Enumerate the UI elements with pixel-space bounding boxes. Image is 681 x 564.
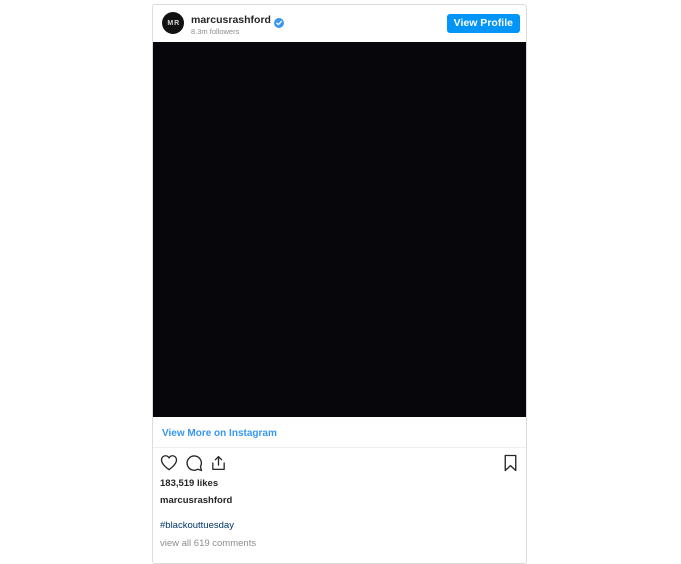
username-row: marcusrashford — [191, 14, 284, 28]
instagram-embed-card: M R marcusrashford 8.3m followers View P… — [152, 4, 527, 564]
bookmark-icon[interactable] — [501, 453, 520, 472]
hashtag-link[interactable]: #blackouttuesday — [160, 520, 234, 531]
avatar[interactable]: M R — [162, 12, 184, 34]
like-count[interactable]: 183,519 likes — [160, 478, 218, 489]
caption-username[interactable]: marcusrashford — [160, 495, 232, 506]
post-header: M R marcusrashford 8.3m followers View P… — [153, 5, 526, 42]
action-bar — [159, 453, 520, 473]
divider — [153, 447, 526, 448]
heart-icon[interactable] — [159, 453, 178, 472]
share-icon[interactable] — [209, 453, 228, 472]
post-identity: marcusrashford 8.3m followers — [191, 14, 284, 37]
avatar-monogram: M R — [167, 19, 179, 27]
verified-badge-icon — [273, 15, 284, 28]
post-image[interactable] — [153, 42, 526, 417]
comment-icon[interactable] — [184, 453, 203, 472]
view-profile-button[interactable]: View Profile — [446, 14, 520, 33]
view-comments-link[interactable]: view all 619 comments — [160, 538, 256, 549]
follower-count: 8.3m followers — [191, 27, 240, 36]
username[interactable]: marcusrashford — [191, 14, 271, 26]
view-more-on-instagram-link[interactable]: View More on Instagram — [162, 428, 277, 440]
